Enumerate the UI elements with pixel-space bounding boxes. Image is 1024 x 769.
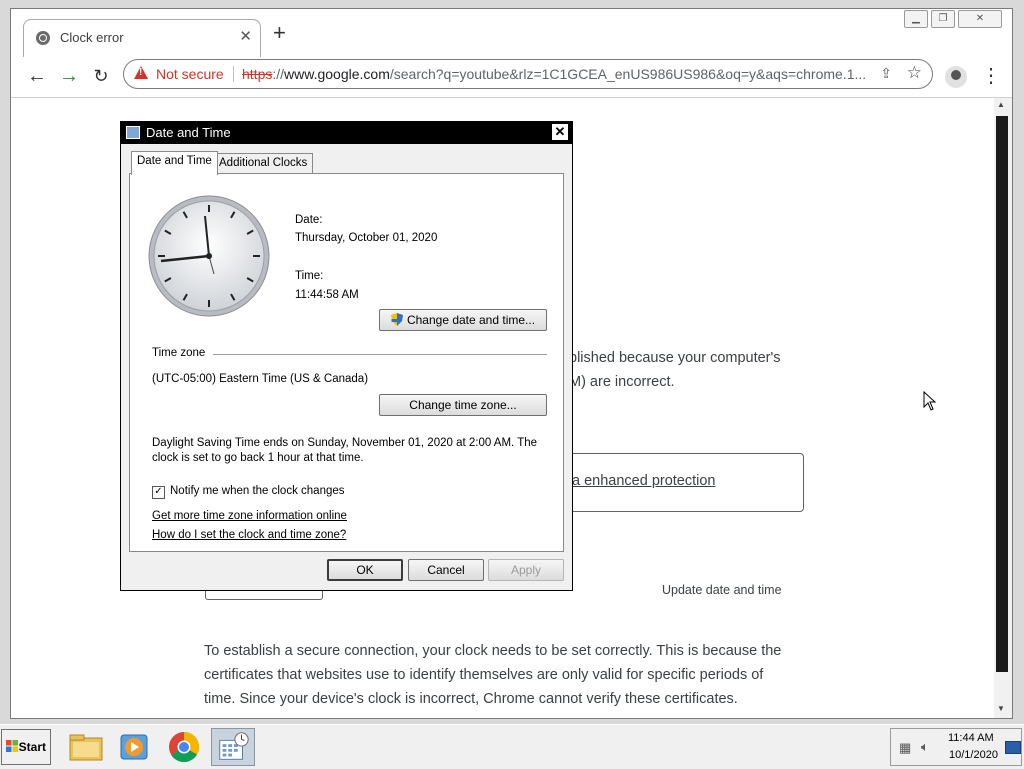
how-to-set-clock-link[interactable]: How do I set the clock and time zone? [152,529,346,541]
window-close-button[interactable]: ✕ [958,10,1002,28]
warning-icon [134,66,148,79]
calendar-clock-icon [126,126,140,139]
dialog-titlebar[interactable]: Date and Time ✕ [121,122,572,144]
window-controls: ▁ ❐ ✕ [904,10,1002,28]
tab-additional-clocks[interactable]: Additional Clocks [213,153,314,173]
scroll-up-arrow-icon[interactable]: ▲ [997,100,1005,109]
taskbar: Start ▦ 🔈︎ 11:44 AM 10/1/2020 [0,724,1024,769]
date-label: Date: [295,214,323,226]
start-button[interactable]: Start [1,729,51,765]
notify-checkbox[interactable]: ✓ [152,486,165,499]
uac-shield-icon [390,313,403,326]
restore-button[interactable]: ❐ [931,10,955,28]
address-bar[interactable]: Not secure https://www.google.com/search… [123,59,933,89]
volume-icon[interactable]: 🔈︎ [921,739,929,755]
explanation-line-1: To establish a secure connection, your c… [204,643,782,659]
browser-toolbar: ← → ↻ Not secure https://www.google.com/… [11,57,1012,98]
tab-close-icon[interactable]: ✕ [239,27,252,45]
new-tab-button[interactable]: + [273,22,286,44]
not-secure-label[interactable]: Not secure [156,66,224,82]
share-icon[interactable]: ⇪ [880,65,892,82]
dialog-title: Date and Time [146,125,231,140]
ok-button[interactable]: OK [327,559,403,581]
time-zone-heading: Time zone [152,347,206,359]
apply-button[interactable]: Apply [488,559,564,581]
windows-flag-icon [6,740,18,752]
chrome-icon[interactable] [162,728,206,766]
analog-clock-icon [148,195,270,317]
date-time-control-panel-icon[interactable] [211,728,255,766]
scrollbar-thumb[interactable] [996,116,1008,672]
vertical-scrollbar[interactable]: ▲ ▼ [994,98,1012,718]
globe-icon [36,31,50,45]
enhanced-protection-link[interactable]: a enhanced protection [572,473,716,489]
minimize-button[interactable]: ▁ [904,10,928,28]
show-desktop-icon[interactable] [1005,741,1021,754]
date-value: Thursday, October 01, 2020 [295,232,438,244]
error-text-line-2: M) are incorrect. [569,374,675,390]
update-date-time-link[interactable]: Update date and time [662,583,782,597]
dialog-close-button[interactable]: ✕ [552,124,568,140]
cancel-button[interactable]: Cancel [408,559,484,581]
tray-clock-time[interactable]: 11:44 AM [948,732,994,744]
bookmark-star-icon[interactable]: ☆ [907,63,922,83]
time-zone-value: (UTC-05:00) Eastern Time (US & Canada) [152,373,369,385]
reload-button[interactable]: ↻ [87,62,115,90]
tab-strip: Clock error ✕ + ▁ ❐ ✕ [11,9,1012,59]
forward-button[interactable]: → [55,62,83,90]
system-tray: ▦ 🔈︎ 11:44 AM 10/1/2020 [890,728,1022,766]
time-zone-info-link[interactable]: Get more time zone information online [152,510,347,522]
time-value: 11:44:58 AM [295,289,359,301]
profile-avatar-icon[interactable] [945,66,967,88]
tab-date-and-time[interactable]: Date and Time [131,151,218,175]
back-button[interactable]: ← [23,62,51,90]
dst-notice-line-2: clock is set to go back 1 hour at that t… [152,452,364,464]
start-label: Start [18,740,46,754]
explanation-line-3: time. Since your device's clock is incor… [204,691,738,707]
notify-label[interactable]: Notify me when the clock changes [170,485,345,497]
tray-clock-date[interactable]: 10/1/2020 [949,749,998,761]
scroll-down-arrow-icon[interactable]: ▼ [997,704,1005,713]
date-time-panel: Date: Thursday, October 01, 2020 Time: 1… [129,173,564,552]
tab-clock-error[interactable]: Clock error ✕ [23,19,261,59]
change-time-zone-button[interactable]: Change time zone... [379,394,547,416]
date-time-dialog: Date and Time ✕ Date and Time Additional… [120,121,573,591]
kebab-menu-icon[interactable]: ⋮ [981,63,1001,88]
network-icon[interactable]: ▦ [899,740,911,756]
tab-title: Clock error [60,30,124,45]
dst-notice-line-1: Daylight Saving Time ends on Sunday, Nov… [152,437,538,449]
divider [233,66,234,82]
file-explorer-icon[interactable] [64,728,108,766]
media-player-icon[interactable] [112,728,156,766]
explanation-line-2: certificates that websites use to identi… [204,667,764,683]
error-text-line-1: blished because your computer's [569,350,781,366]
time-label: Time: [295,270,324,282]
change-date-time-button[interactable]: Change date and time... [379,309,547,331]
url-text[interactable]: https://www.google.com/search?q=youtube&… [242,66,867,82]
group-divider [213,354,547,355]
